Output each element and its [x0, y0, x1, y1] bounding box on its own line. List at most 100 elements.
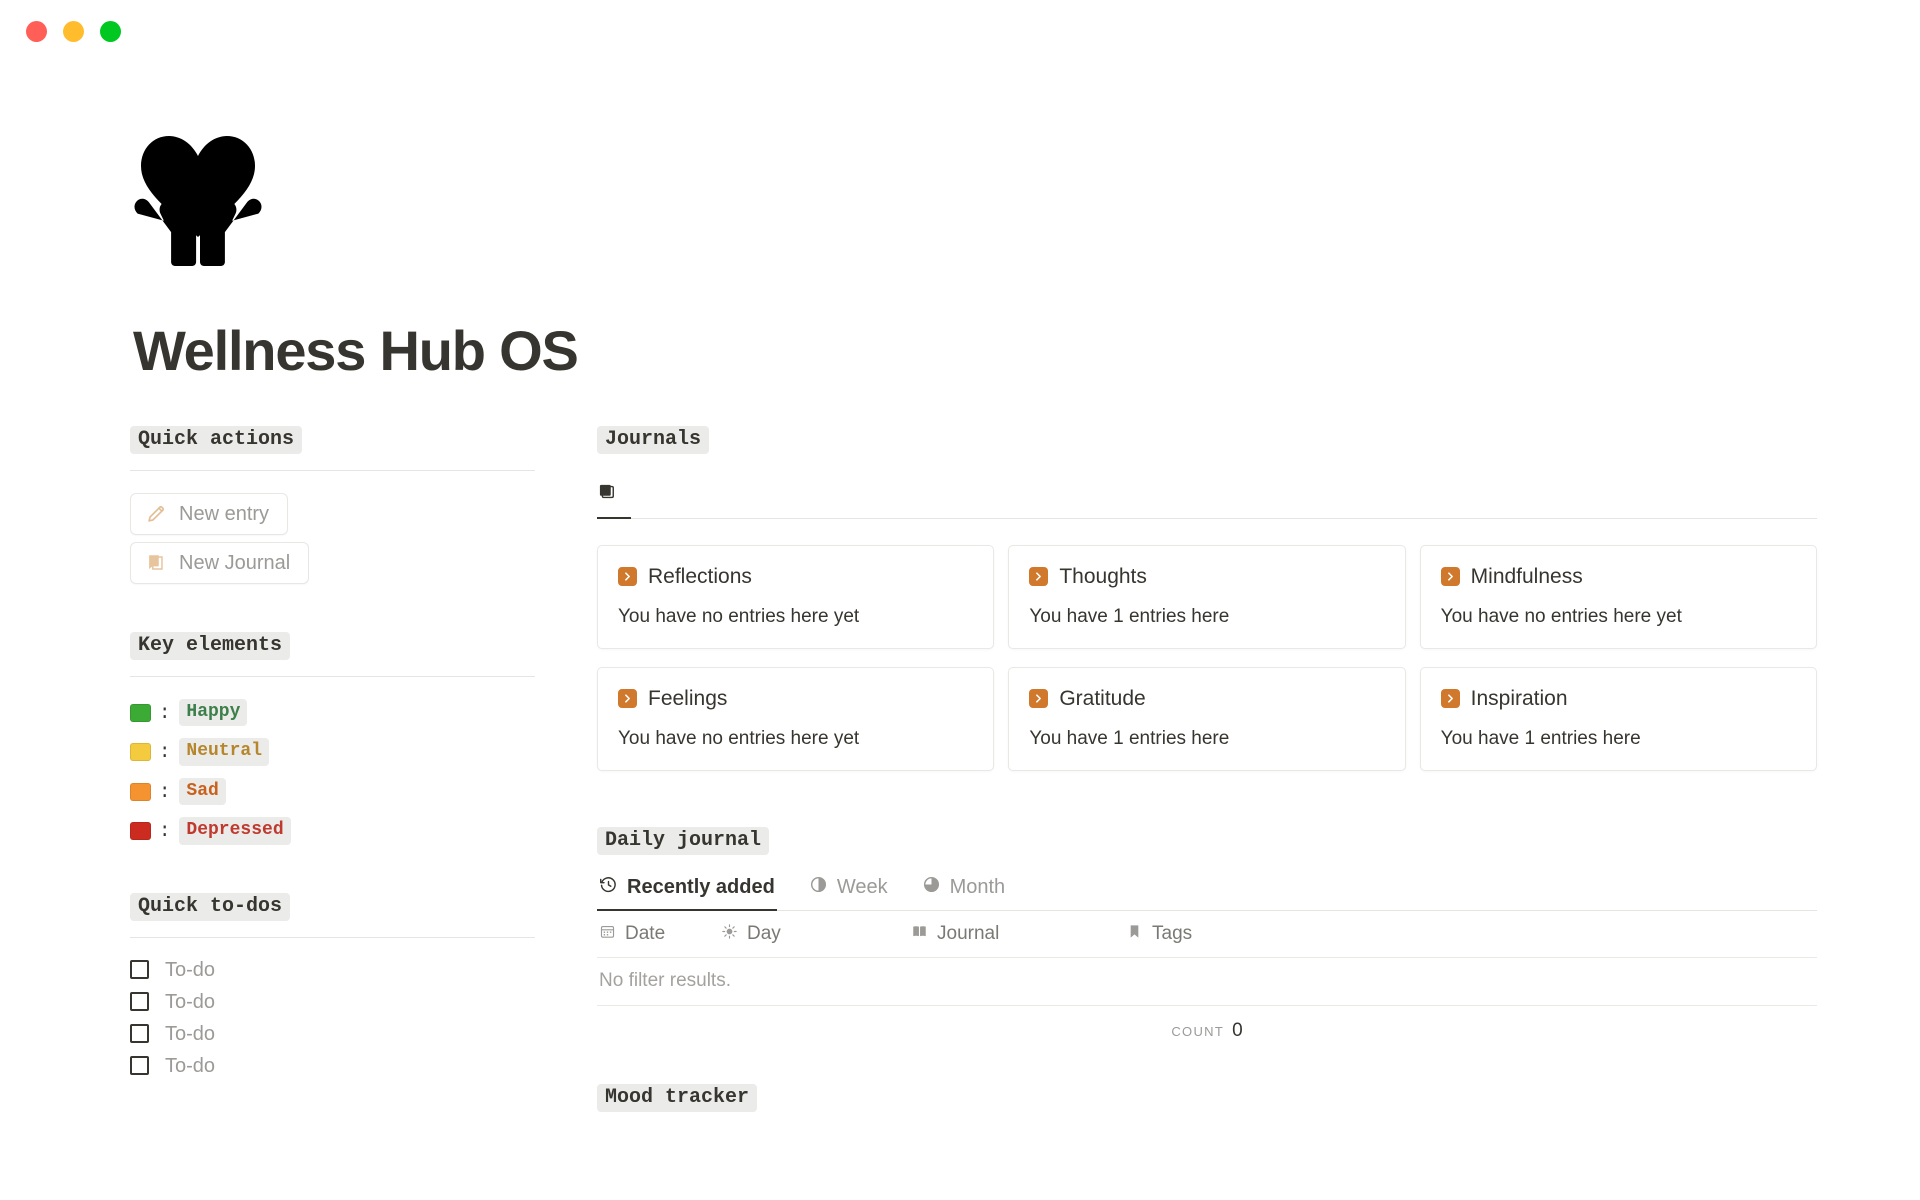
column-header-tags[interactable]: Tags: [1126, 923, 1246, 946]
todo-checkbox[interactable]: [130, 992, 149, 1012]
key-elements-list: : Happy : Neutral : Sad: Depressed: [130, 698, 535, 845]
three-quarter-circle-icon: [922, 875, 941, 900]
orange-chevron-icon: [618, 688, 637, 708]
divider: [130, 936, 535, 938]
clock-rewind-icon: [599, 875, 618, 900]
todo-label: To-do: [165, 1054, 216, 1077]
color-swatch-depressed: [130, 822, 151, 841]
tab-recently-added[interactable]: Recently added: [597, 873, 777, 911]
list-item: To-do: [130, 960, 535, 980]
pencil-icon: [145, 503, 167, 525]
close-button[interactable]: [26, 20, 47, 42]
key-element-label: Sad: [179, 777, 226, 806]
minimize-button[interactable]: [63, 20, 84, 42]
list-item: To-do: [130, 1056, 535, 1076]
daily-journal-tabbar: Recently added Week Month: [597, 873, 1817, 911]
separator: :: [159, 701, 171, 724]
key-element-label: Neutral: [179, 738, 270, 766]
column-header-journal[interactable]: Journal: [911, 923, 1126, 946]
key-element-happy: : Happy: [130, 698, 535, 727]
card-header: Thoughts: [1029, 566, 1384, 587]
half-circle-icon: [809, 875, 828, 900]
card-header: Mindfulness: [1440, 566, 1796, 587]
card-subtitle: You have no entries here yet: [618, 727, 860, 749]
stacked-notebook-icon: [597, 482, 617, 508]
maximize-button[interactable]: [100, 20, 121, 42]
key-element-depressed: : Depressed: [130, 817, 535, 845]
divider: [130, 675, 535, 677]
new-journal-button[interactable]: New Journal: [130, 541, 310, 584]
todo-label: To-do: [165, 990, 216, 1013]
orange-chevron-icon: [1029, 566, 1049, 586]
daily-journal-table: Date Day Journal Tags No filter results.…: [597, 911, 1817, 1042]
page-root: Wellness Hub OS Quick actions New entry …: [0, 62, 1920, 1112]
tab-week[interactable]: Week: [807, 873, 890, 911]
calendar-icon: [599, 923, 616, 946]
card-subtitle: You have no entries here yet: [618, 605, 860, 627]
new-entry-label: New entry: [179, 502, 270, 525]
column-header-label: Tags: [1152, 923, 1193, 945]
card-title: Reflections: [648, 564, 752, 588]
table-header-row: Date Day Journal Tags: [597, 911, 1817, 958]
orange-chevron-icon: [618, 566, 637, 586]
card-header: Reflections: [618, 566, 973, 587]
table-count-footer: COUNT 0: [597, 1006, 1817, 1042]
daily-journal-section: Daily journal Recently added Week Month …: [597, 826, 1817, 1042]
quick-actions-heading: Quick actions: [130, 425, 303, 454]
tab-journals-all[interactable]: [597, 480, 631, 519]
page-header: Wellness Hub OS: [0, 62, 1920, 381]
quick-actions-section: Quick actions New entry New Journal: [130, 425, 535, 584]
new-journal-label: New Journal: [179, 551, 291, 574]
quick-todos-section: Quick to-dos To-do To-do To-do To-do: [130, 892, 535, 1076]
key-element-label: Depressed: [179, 817, 291, 845]
tab-label: Week: [836, 875, 888, 898]
todo-label: To-do: [165, 958, 216, 981]
notebook-icon: [145, 552, 167, 574]
key-elements-section: Key elements : Happy : Neutral: Sad: D…: [130, 631, 535, 845]
journal-card-mindfulness[interactable]: Mindfulness You have no entries here yet: [1419, 544, 1817, 649]
journal-card-thoughts[interactable]: Thoughts You have 1 entries here: [1008, 544, 1406, 649]
column-header-day[interactable]: Day: [721, 923, 911, 946]
card-subtitle: You have 1 entries here: [1029, 727, 1230, 749]
separator: :: [159, 741, 171, 764]
color-swatch-neutral: [130, 743, 151, 762]
card-header: Inspiration: [1440, 688, 1796, 709]
card-header: Feelings: [618, 688, 973, 709]
column-header-label: Day: [747, 923, 781, 945]
card-title: Feelings: [648, 686, 728, 710]
journals-section: Journals Reflections You have no entries…: [597, 425, 1817, 771]
todo-checkbox[interactable]: [130, 1056, 149, 1076]
todo-checkbox[interactable]: [130, 1024, 149, 1044]
count-label: COUNT: [1171, 1023, 1225, 1039]
column-header-date[interactable]: Date: [599, 923, 721, 946]
column-header-label: Date: [625, 923, 666, 945]
journal-card-reflections[interactable]: Reflections You have no entries here yet: [597, 544, 995, 649]
list-item: To-do: [130, 992, 535, 1012]
table-empty-message: No filter results.: [597, 958, 1817, 1006]
tab-label: Recently added: [627, 875, 775, 898]
color-swatch-happy: [130, 703, 151, 722]
journal-card-gratitude[interactable]: Gratitude You have 1 entries here: [1008, 666, 1406, 771]
tab-label: Month: [949, 875, 1006, 898]
tab-month[interactable]: Month: [920, 873, 1008, 911]
list-item: To-do: [130, 1024, 535, 1044]
separator: :: [159, 780, 171, 803]
journal-card-inspiration[interactable]: Inspiration You have 1 entries here: [1419, 666, 1817, 771]
separator: :: [159, 820, 171, 843]
key-element-sad: : Sad: [130, 777, 535, 806]
todo-checkbox[interactable]: [130, 960, 149, 980]
main-content: Journals Reflections You have no entries…: [597, 425, 1817, 1112]
page-title: Wellness Hub OS: [133, 319, 579, 382]
sidebar: Quick actions New entry New Journal Key …: [130, 425, 535, 1076]
key-element-neutral: : Neutral: [130, 738, 535, 766]
window-titlebar: [0, 0, 1920, 62]
count-value: 0: [1232, 1019, 1243, 1041]
new-entry-button[interactable]: New entry: [130, 492, 289, 535]
journal-card-feelings[interactable]: Feelings You have no entries here yet: [597, 666, 995, 771]
divider: [130, 469, 535, 471]
quick-todos-heading: Quick to-dos: [130, 892, 291, 921]
card-title: Gratitude: [1059, 686, 1146, 710]
sun-icon: [721, 923, 738, 946]
bookmark-icon: [1126, 923, 1143, 946]
mood-tracker-heading: Mood tracker: [597, 1083, 758, 1112]
